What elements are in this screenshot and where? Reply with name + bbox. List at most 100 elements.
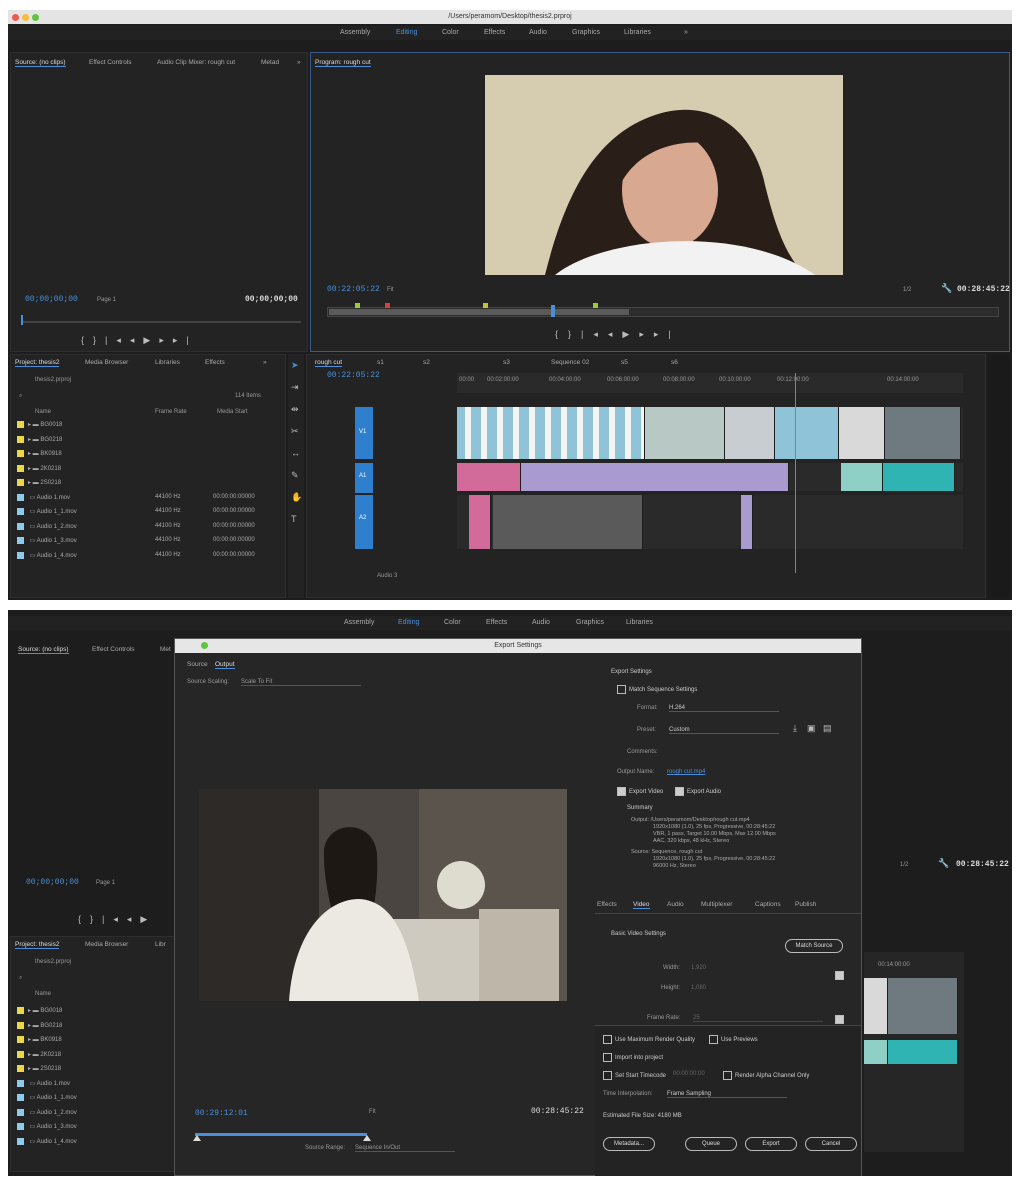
tab-more[interactable]: » (297, 59, 301, 66)
time-ruler[interactable]: 00:00 00:02:00:00 00:04:00:00 00:06:00:0… (457, 373, 963, 393)
tab-timeline[interactable]: s6 (671, 359, 678, 366)
tab-audio[interactable]: Audio (667, 901, 684, 908)
export-button[interactable]: Export (745, 1137, 797, 1151)
hand-tool-icon[interactable]: ✋ (291, 492, 302, 503)
source-range-select[interactable]: Sequence In/Out (355, 1145, 455, 1152)
tab-libraries[interactable]: Libraries (155, 359, 180, 366)
preview-in-point[interactable] (193, 1135, 201, 1141)
output-name-link[interactable]: rough cut.mp4 (667, 769, 705, 775)
close-button[interactable] (12, 14, 19, 21)
label-color-swatch[interactable] (17, 1050, 24, 1058)
audio-clip[interactable] (841, 463, 883, 491)
match-frame-rate-checkbox[interactable] (835, 1015, 844, 1024)
audio-clip[interactable] (493, 495, 643, 549)
slip-tool-icon[interactable]: ↔ (291, 448, 300, 458)
width-field[interactable]: 1,920 (691, 965, 706, 971)
audio-clip[interactable] (864, 1040, 888, 1064)
audio-track-a1[interactable] (457, 463, 963, 491)
tab-effect-controls[interactable]: Effect Controls (92, 646, 135, 653)
label-color-swatch[interactable] (17, 435, 24, 443)
tab-captions[interactable]: Captions (755, 901, 781, 908)
zoom-button[interactable] (32, 14, 39, 21)
list-item[interactable]: ▸ ▬ 2S0218 (17, 1065, 173, 1078)
mark-in-button[interactable]: { (78, 914, 90, 924)
ripple-edit-icon[interactable]: ⇹ (291, 404, 299, 415)
list-item[interactable]: ▸ ▬ BG0018 (17, 421, 283, 434)
cancel-button[interactable]: Cancel (805, 1137, 857, 1151)
audio-clip[interactable] (888, 1040, 958, 1064)
tab-source[interactable]: Source: (no clips) (15, 59, 66, 67)
program-timecode[interactable]: 00:22:05:22 (327, 285, 380, 294)
source-playhead[interactable] (21, 315, 23, 325)
list-item[interactable]: ▸ ▬ 2K0218 (17, 1050, 173, 1064)
timeline-playhead[interactable] (795, 373, 796, 573)
label-color-swatch[interactable] (17, 1007, 24, 1014)
tab-media-browser[interactable]: Media Browser (85, 941, 128, 948)
workspace-assembly[interactable]: Assembly (344, 619, 374, 626)
label-color-swatch[interactable] (17, 1065, 24, 1072)
audio-clip[interactable] (457, 463, 521, 491)
play-button[interactable]: ▶ (140, 914, 156, 924)
preview-out-point[interactable] (363, 1135, 371, 1141)
preview-scrubber[interactable] (195, 1133, 367, 1136)
max-render-checkbox[interactable]: Use Maximum Render Quality (603, 1035, 695, 1044)
workspace-libraries[interactable]: Libraries (626, 619, 653, 626)
save-preset-icon[interactable]: ⤓ (793, 723, 797, 734)
export-audio-checkbox[interactable]: Export Audio (675, 787, 721, 796)
list-item[interactable]: ▭ Audio 1_1.mov (17, 1094, 173, 1107)
tab-export-source[interactable]: Source (187, 661, 208, 668)
format-select[interactable]: H.264 (669, 705, 779, 712)
import-preset-icon[interactable]: ▣ (807, 723, 816, 734)
tab-effect-controls[interactable]: Effect Controls (89, 59, 132, 66)
marker[interactable] (385, 303, 390, 308)
queue-button[interactable]: Queue (685, 1137, 737, 1151)
metadata-button[interactable]: Metadata... (603, 1137, 655, 1151)
preset-select[interactable]: Custom (669, 727, 779, 734)
tab-libraries[interactable]: Libr (155, 941, 166, 948)
label-color-swatch[interactable] (17, 1137, 24, 1145)
list-item[interactable]: ▭ Audio 1_4.mov (17, 1137, 173, 1151)
label-color-swatch[interactable] (17, 1094, 24, 1101)
source-page-select[interactable]: Page 1 (97, 297, 116, 303)
export-settings-header[interactable]: Export Settings (611, 669, 652, 675)
audio-clip[interactable] (521, 463, 789, 491)
program-fit-select[interactable]: Fit (387, 287, 394, 293)
list-item[interactable]: ▸ ▬ BK0918 (17, 450, 283, 463)
marker[interactable] (355, 303, 360, 308)
label-color-swatch[interactable] (17, 522, 24, 530)
start-timecode-checkbox[interactable]: Set Start Timecode (603, 1071, 666, 1080)
search-icon[interactable]: ⌕ (19, 975, 22, 982)
track-target-a2[interactable] (355, 495, 373, 549)
marker[interactable] (593, 303, 598, 308)
label-color-swatch[interactable] (17, 1108, 24, 1116)
minimize-button[interactable] (22, 14, 29, 21)
list-item[interactable]: ▭ Audio 1_2.mov 44100 Hz 00:00:00:00000 (17, 522, 283, 536)
alpha-only-checkbox[interactable]: Render Alpha Channel Only (723, 1071, 809, 1080)
label-color-swatch[interactable] (17, 537, 24, 544)
source-timecode[interactable]: 00;00;00;00 (26, 878, 79, 887)
tab-effects[interactable]: Effects (597, 901, 617, 908)
match-source-button[interactable]: Match Source (785, 939, 843, 953)
video-clip[interactable] (839, 407, 885, 459)
use-previews-checkbox[interactable]: Use Previews (709, 1035, 758, 1044)
frame-rate-field[interactable]: 25 (693, 1015, 823, 1022)
source-timecode[interactable]: 00;00;00;00 (25, 295, 78, 304)
list-item[interactable]: ▸ ▬ BG0218 (17, 435, 283, 449)
workspace-audio[interactable]: Audio (529, 29, 547, 36)
tab-video[interactable]: Video (633, 901, 650, 909)
column-media-start[interactable]: Media Start (217, 409, 248, 415)
mark-in-button[interactable]: { (555, 329, 568, 339)
audio-clip[interactable] (469, 495, 491, 549)
workspace-effects[interactable]: Effects (486, 619, 507, 626)
height-field[interactable]: 1,080 (691, 985, 706, 991)
step-forward-button[interactable]: ▸ (639, 329, 654, 339)
selection-tool-icon[interactable]: ➤ (291, 360, 299, 371)
tab-timeline[interactable]: s2 (423, 359, 430, 366)
program-playhead[interactable] (551, 305, 555, 317)
video-clip[interactable] (645, 407, 725, 459)
type-tool-icon[interactable]: T (291, 514, 297, 524)
label-color-swatch[interactable] (17, 1079, 24, 1087)
close-button[interactable] (201, 642, 208, 649)
preview-fit-select[interactable]: Fit (369, 1109, 376, 1115)
preview-timecode[interactable]: 00:29:12:01 (195, 1109, 248, 1118)
